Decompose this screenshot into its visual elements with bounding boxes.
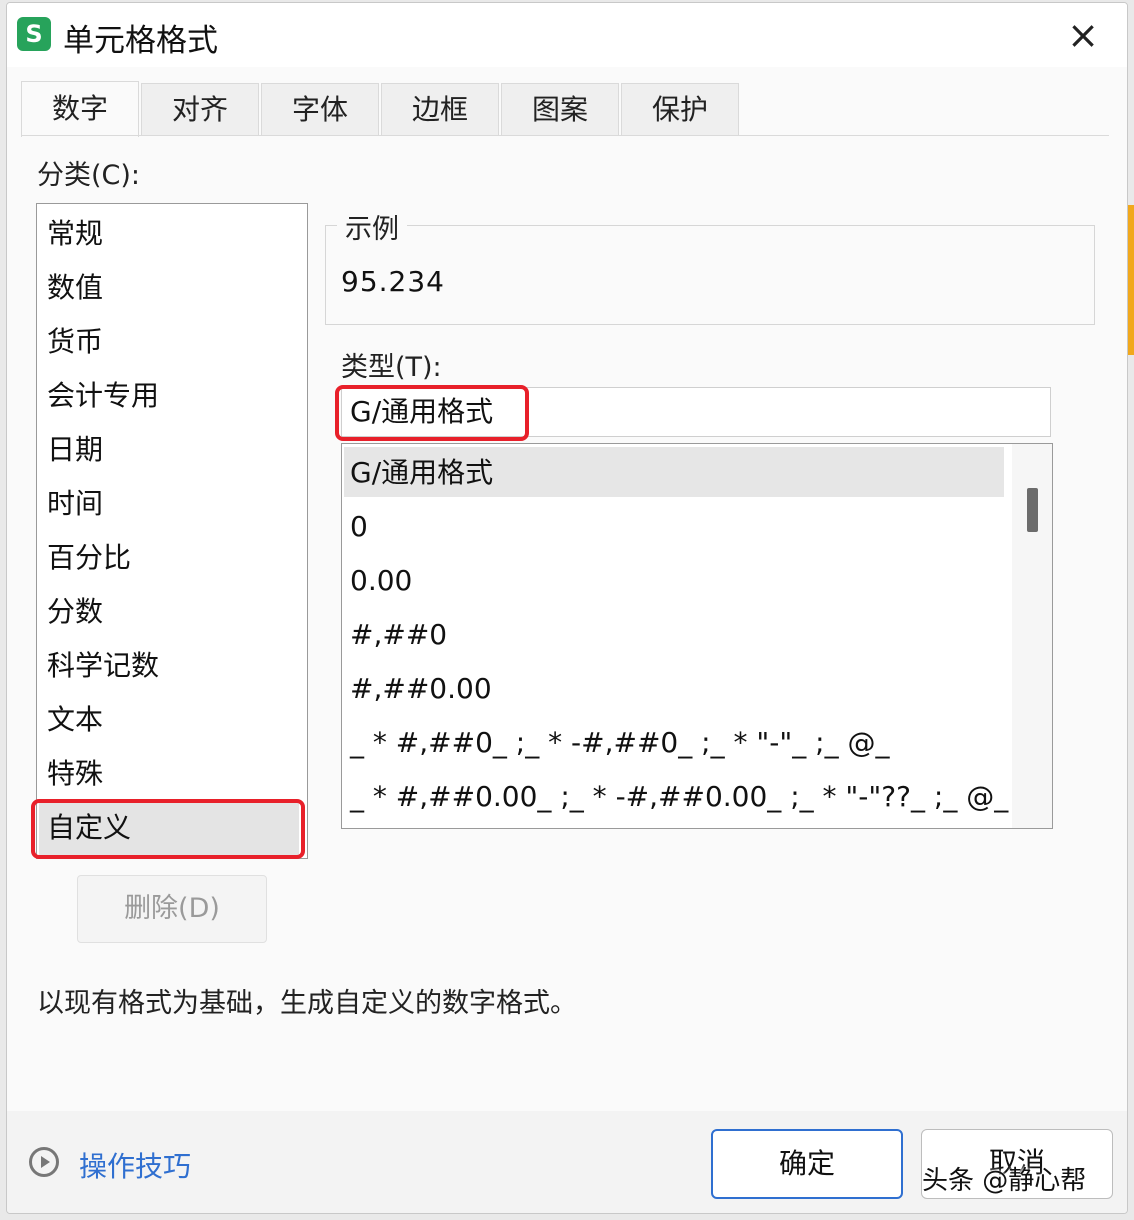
highlight-box-type-input	[335, 385, 529, 441]
ok-button[interactable]: 确定	[711, 1129, 903, 1199]
tab-pattern[interactable]: 图案	[501, 83, 619, 135]
format-item[interactable]: 0	[350, 500, 368, 554]
dialog-title: 单元格格式	[63, 23, 218, 59]
scrollbar-thumb[interactable]	[1027, 488, 1038, 532]
delete-button[interactable]: 删除(D)	[77, 875, 267, 943]
close-button[interactable]: ×	[1063, 15, 1103, 55]
format-cells-dialog: S 单元格格式 × 数字 对齐 字体 边框 图案 保护 分类(C): 常规 数值…	[6, 2, 1128, 1214]
tips-link[interactable]: 操作技巧	[79, 1145, 191, 1185]
category-item-percentage[interactable]: 百分比	[47, 531, 131, 585]
sample-value: 95.234	[341, 265, 445, 298]
tab-alignment[interactable]: 对齐	[141, 83, 259, 135]
tab-font[interactable]: 字体	[261, 83, 379, 135]
tab-protection[interactable]: 保护	[621, 83, 739, 135]
watermark: 头条 @静心帮	[922, 1166, 1087, 1196]
category-item-time[interactable]: 时间	[47, 477, 103, 531]
category-item-accounting[interactable]: 会计专用	[47, 369, 159, 423]
app-logo-icon: S	[17, 17, 51, 51]
format-item[interactable]: G/通用格式	[350, 446, 493, 500]
title-bar: S 单元格格式 ×	[7, 3, 1127, 67]
format-item[interactable]: _ * #,##0.00_ ;_ * -#,##0.00_ ;_ * "-"??…	[350, 770, 1008, 824]
category-item-number[interactable]: 数值	[47, 261, 103, 315]
format-item[interactable]: _ * #,##0_ ;_ * -#,##0_ ;_ * "-"_ ;_ @_	[350, 716, 889, 770]
format-code-list[interactable]: G/通用格式 0 0.00 #,##0 #,##0.00 _ * #,##0_ …	[341, 443, 1053, 829]
format-item[interactable]: #,##0	[350, 608, 447, 662]
sample-legend: 示例	[337, 207, 407, 246]
tab-number[interactable]: 数字	[21, 81, 139, 137]
format-item[interactable]: #,##0.00	[350, 662, 492, 716]
description-text: 以现有格式为基础，生成自定义的数字格式。	[37, 988, 577, 1019]
highlight-box-custom	[31, 799, 305, 859]
category-label: 分类(C):	[37, 160, 141, 191]
play-circle-icon[interactable]	[29, 1147, 59, 1177]
background-accent-strip	[1128, 205, 1134, 355]
format-list-scrollbar[interactable]	[1012, 444, 1052, 828]
category-list[interactable]: 常规 数值 货币 会计专用 日期 时间 百分比 分数 科学记数 文本 特殊 自定…	[36, 203, 308, 859]
category-item-general[interactable]: 常规	[47, 207, 103, 261]
category-item-special[interactable]: 特殊	[47, 747, 103, 801]
format-item[interactable]: 0.00	[350, 554, 412, 608]
type-label: 类型(T):	[341, 352, 442, 383]
category-item-currency[interactable]: 货币	[47, 315, 103, 369]
category-item-date[interactable]: 日期	[47, 423, 103, 477]
category-item-text[interactable]: 文本	[47, 693, 103, 747]
category-item-scientific[interactable]: 科学记数	[47, 639, 159, 693]
category-item-fraction[interactable]: 分数	[47, 585, 103, 639]
tab-border[interactable]: 边框	[381, 83, 499, 135]
